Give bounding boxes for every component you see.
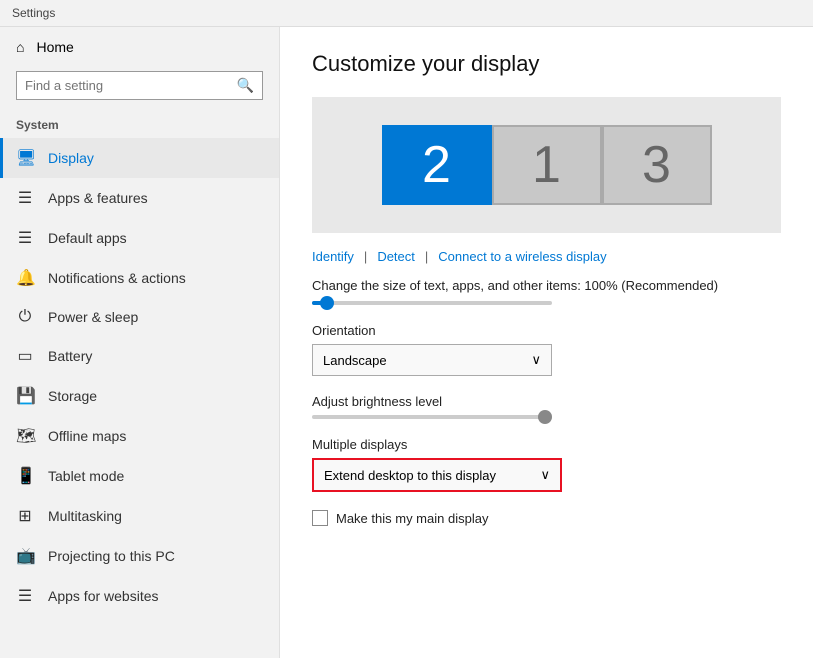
projecting-icon: 📺 bbox=[16, 546, 34, 566]
sidebar-battery-label: Battery bbox=[48, 348, 92, 364]
sidebar-item-notifications[interactable]: 🔔 Notifications & actions bbox=[0, 258, 279, 298]
sidebar-item-storage[interactable]: 💾 Storage bbox=[0, 376, 279, 416]
multiple-displays-value: Extend desktop to this display bbox=[324, 468, 496, 483]
display-box-1[interactable]: 1 bbox=[492, 125, 602, 205]
sidebar-item-battery[interactable]: ▭ Battery bbox=[0, 336, 279, 376]
orientation-chevron: ∨ bbox=[531, 352, 541, 368]
separator-1: | bbox=[364, 249, 367, 264]
orientation-label: Orientation bbox=[312, 323, 781, 338]
apps-websites-icon: ☰ bbox=[16, 586, 34, 606]
multiple-displays-label: Multiple displays bbox=[312, 437, 781, 452]
sidebar-default-apps-label: Default apps bbox=[48, 230, 127, 246]
sidebar-item-power-sleep[interactable]: ⏻ Power & sleep bbox=[0, 298, 279, 336]
title-bar: Settings bbox=[0, 0, 813, 27]
sidebar-power-sleep-label: Power & sleep bbox=[48, 309, 138, 325]
display-box-2[interactable]: 2 bbox=[382, 125, 492, 205]
multitasking-icon: ⊞ bbox=[16, 506, 34, 526]
orientation-value: Landscape bbox=[323, 353, 387, 368]
apps-features-icon: ☰ bbox=[16, 188, 34, 208]
page-title: Customize your display bbox=[312, 51, 781, 77]
sidebar-section-label: System bbox=[0, 112, 279, 138]
multiple-displays-select[interactable]: Extend desktop to this display ∨ bbox=[312, 458, 562, 492]
display-icon: 🖥 bbox=[16, 148, 34, 168]
sidebar-tablet-mode-label: Tablet mode bbox=[48, 468, 124, 484]
display-selector: 2 1 3 bbox=[312, 97, 781, 233]
scale-label: Change the size of text, apps, and other… bbox=[312, 278, 781, 293]
sidebar-display-label: Display bbox=[48, 150, 94, 166]
power-sleep-icon: ⏻ bbox=[16, 308, 34, 326]
tablet-mode-icon: 📱 bbox=[16, 466, 34, 486]
main-display-label: Make this my main display bbox=[336, 511, 488, 526]
sidebar-item-projecting[interactable]: 📺 Projecting to this PC bbox=[0, 536, 279, 576]
sidebar-notifications-label: Notifications & actions bbox=[48, 270, 186, 286]
identify-link[interactable]: Identify bbox=[312, 249, 354, 264]
default-apps-icon: ☰ bbox=[16, 228, 34, 248]
main-display-checkbox[interactable] bbox=[312, 510, 328, 526]
sidebar-item-offline-maps[interactable]: 🗺 Offline maps bbox=[0, 416, 279, 456]
home-label: Home bbox=[36, 39, 73, 55]
home-icon: ⌂ bbox=[16, 39, 24, 55]
sidebar-item-multitasking[interactable]: ⊞ Multitasking bbox=[0, 496, 279, 536]
connect-wireless-link[interactable]: Connect to a wireless display bbox=[438, 249, 606, 264]
search-icon: 🔍 bbox=[237, 77, 254, 94]
offline-maps-icon: 🗺 bbox=[16, 426, 34, 446]
sidebar-item-apps-websites[interactable]: ☰ Apps for websites bbox=[0, 576, 279, 616]
scale-slider[interactable] bbox=[312, 301, 781, 305]
sidebar-apps-features-label: Apps & features bbox=[48, 190, 148, 206]
sidebar-offline-maps-label: Offline maps bbox=[48, 428, 126, 444]
sidebar-projecting-label: Projecting to this PC bbox=[48, 548, 175, 564]
sidebar: ⌂ Home 🔍 System 🖥 Display ☰ Apps & featu… bbox=[0, 27, 280, 658]
notifications-icon: 🔔 bbox=[16, 268, 34, 288]
detect-link[interactable]: Detect bbox=[377, 249, 415, 264]
brightness-slider[interactable] bbox=[312, 415, 552, 419]
sidebar-storage-label: Storage bbox=[48, 388, 97, 404]
sidebar-item-home[interactable]: ⌂ Home bbox=[0, 27, 279, 67]
brightness-label: Adjust brightness level bbox=[312, 394, 781, 409]
display-box-3[interactable]: 3 bbox=[602, 125, 712, 205]
orientation-select[interactable]: Landscape ∨ bbox=[312, 344, 552, 376]
display-actions: Identify | Detect | Connect to a wireles… bbox=[312, 249, 781, 264]
battery-icon: ▭ bbox=[16, 346, 34, 366]
content-area: Customize your display 2 1 3 Identify | … bbox=[280, 27, 813, 658]
multiple-displays-chevron: ∨ bbox=[540, 467, 550, 483]
search-box[interactable]: 🔍 bbox=[16, 71, 263, 100]
sidebar-apps-websites-label: Apps for websites bbox=[48, 588, 159, 604]
title-bar-label: Settings bbox=[12, 6, 55, 20]
sidebar-item-default-apps[interactable]: ☰ Default apps bbox=[0, 218, 279, 258]
main-display-row[interactable]: Make this my main display bbox=[312, 510, 781, 526]
sidebar-item-display[interactable]: 🖥 Display bbox=[0, 138, 279, 178]
storage-icon: 💾 bbox=[16, 386, 34, 406]
sidebar-item-apps-features[interactable]: ☰ Apps & features bbox=[0, 178, 279, 218]
sidebar-multitasking-label: Multitasking bbox=[48, 508, 122, 524]
sidebar-item-tablet-mode[interactable]: 📱 Tablet mode bbox=[0, 456, 279, 496]
separator-2: | bbox=[425, 249, 428, 264]
search-input[interactable] bbox=[25, 78, 237, 93]
